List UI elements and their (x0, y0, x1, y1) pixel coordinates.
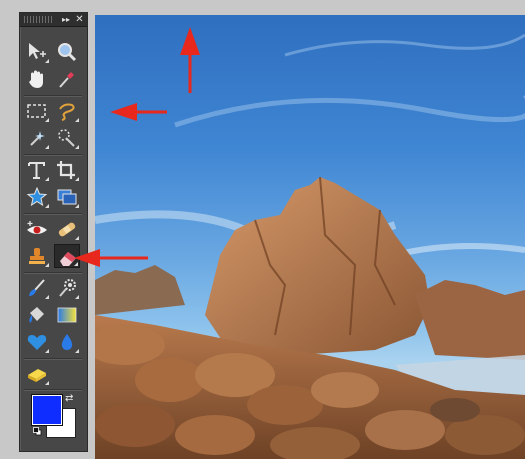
eyedropper-tool[interactable] (54, 67, 80, 91)
default-colors-icon[interactable] (33, 427, 42, 436)
panel-title-bar[interactable]: ▸▸ ✕ (20, 13, 87, 27)
eraser-tool[interactable] (54, 244, 80, 268)
image-canvas[interactable] (95, 15, 525, 459)
sponge-tool[interactable] (24, 362, 50, 386)
red-eye-tool[interactable] (24, 217, 50, 241)
collapse-panel-button[interactable]: ▸▸ (60, 14, 72, 25)
healing-tool[interactable] (54, 217, 80, 241)
quick-selection-tool[interactable] (54, 126, 80, 150)
gradient-tool[interactable] (54, 303, 80, 327)
eyedropper-icon (59, 72, 74, 88)
smart-brush-tool[interactable] (54, 276, 80, 300)
red-eye-icon (27, 221, 47, 234)
hand-tool[interactable] (24, 67, 50, 91)
magnifier-icon (58, 43, 77, 62)
arrow-left-top-icon (110, 103, 167, 121)
marquee-tool[interactable] (24, 99, 50, 123)
arrow-up-icon (180, 27, 200, 93)
shape-tool[interactable] (24, 185, 50, 209)
panel-divider (24, 389, 82, 391)
tools-panel: ▸▸ ✕ ⇄ (19, 12, 88, 452)
foreground-color-swatch[interactable] (32, 395, 62, 425)
zoom-tool[interactable] (54, 40, 80, 64)
annotation-arrows (110, 27, 200, 121)
magic-wand-tool[interactable] (24, 126, 50, 150)
hand-icon (29, 70, 43, 88)
recompose-tool[interactable] (54, 185, 80, 209)
swap-colors-icon[interactable]: ⇄ (65, 394, 73, 404)
brush-tool[interactable] (24, 276, 50, 300)
blur-tool[interactable] (24, 330, 50, 354)
paint-bucket-icon (29, 307, 44, 323)
sharpen-tool[interactable] (54, 330, 80, 354)
crop-tool[interactable] (54, 158, 80, 182)
move-tool[interactable] (24, 40, 50, 64)
panel-grip[interactable] (24, 16, 54, 23)
panel-divider (24, 358, 82, 360)
close-panel-button[interactable]: ✕ (74, 14, 85, 25)
gradient-icon (57, 307, 77, 323)
panel-divider (24, 95, 82, 97)
paint-bucket-tool[interactable] (24, 303, 50, 327)
lasso-tool[interactable] (54, 99, 80, 123)
panel-divider (24, 213, 82, 215)
panel-divider (24, 154, 82, 156)
panel-divider (24, 272, 82, 274)
type-tool[interactable] (24, 158, 50, 182)
clone-stamp-tool[interactable] (24, 244, 50, 268)
